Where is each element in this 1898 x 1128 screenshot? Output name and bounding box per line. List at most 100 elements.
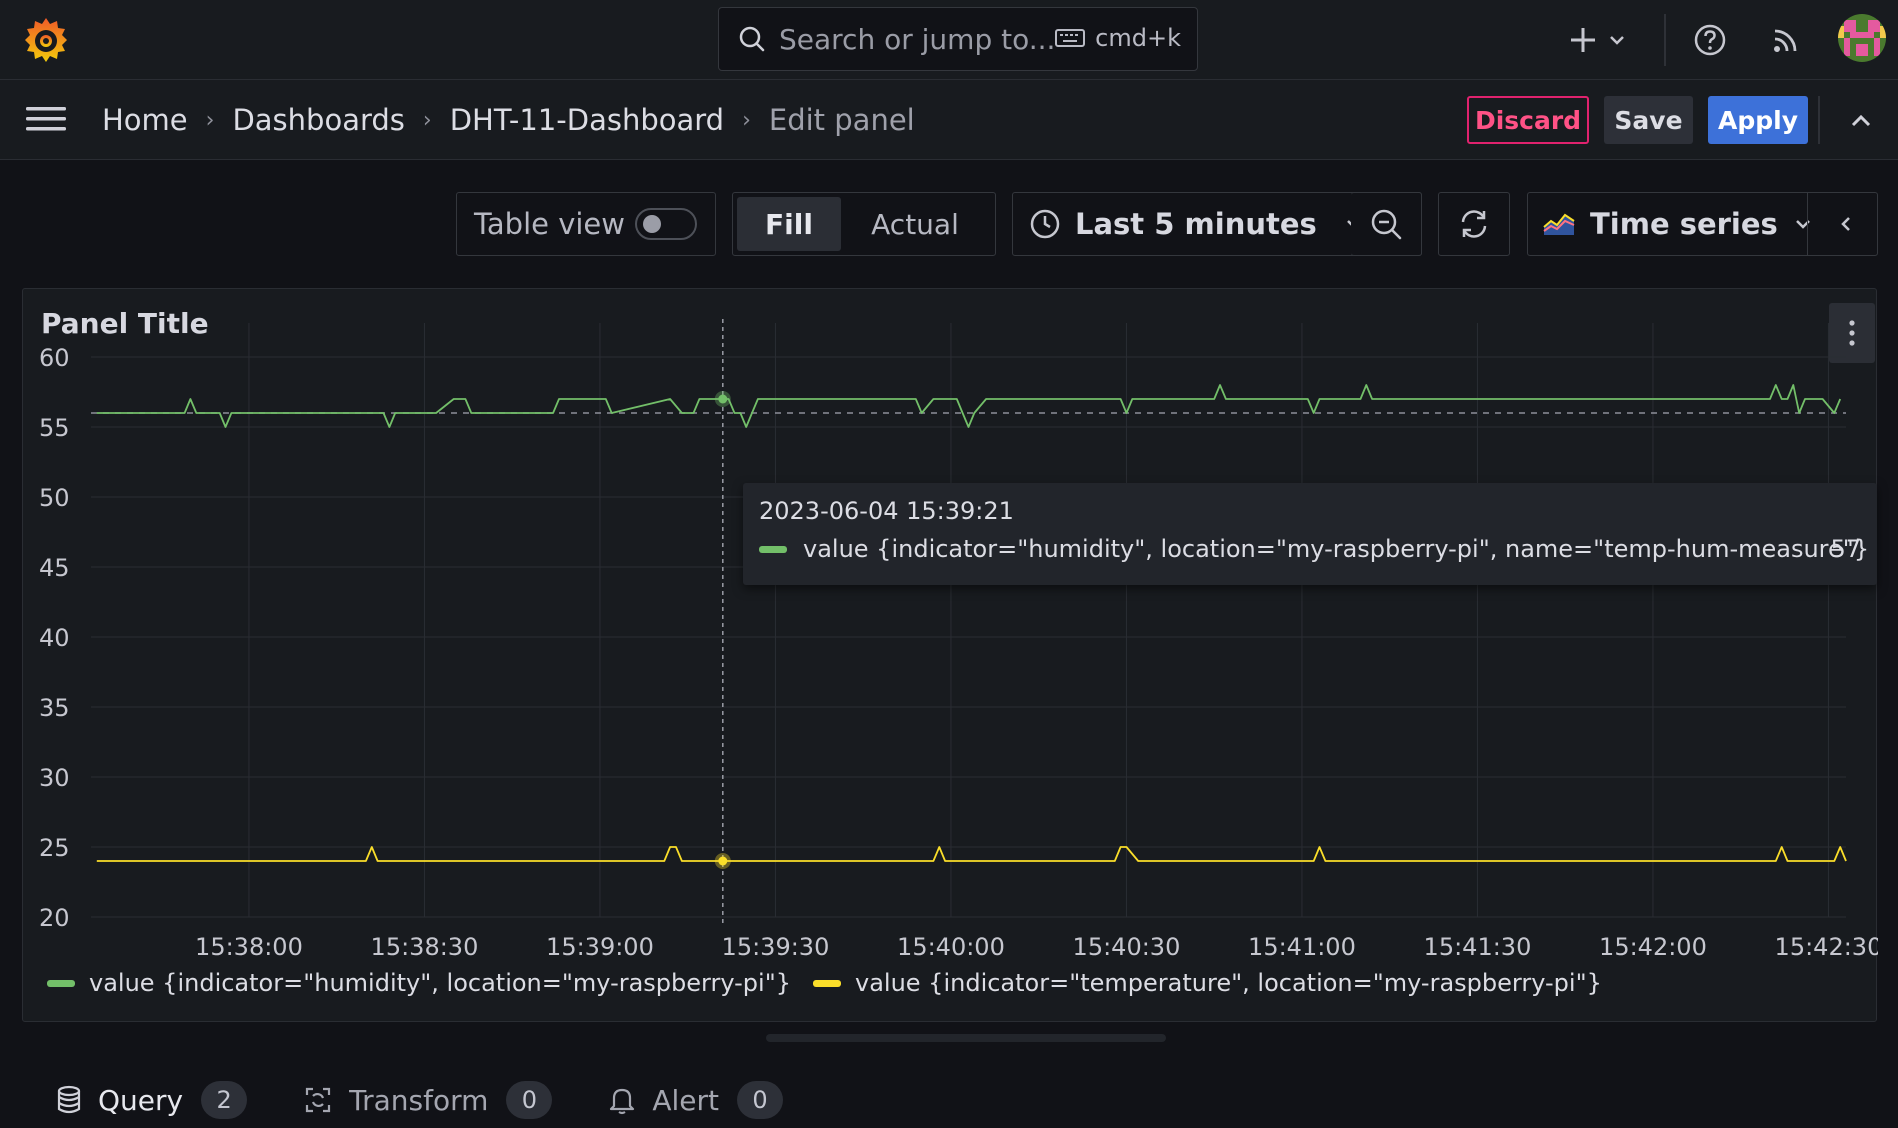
chevron-right-icon: ›: [422, 107, 432, 133]
zoom-out-icon: [1371, 209, 1402, 240]
legend-item-temperature[interactable]: value {indicator="temperature", location…: [813, 969, 1602, 997]
zoom-out-button[interactable]: [1351, 192, 1422, 256]
y-tick-label: 30: [39, 764, 70, 792]
time-series-icon: [1543, 213, 1575, 235]
transform-icon: [305, 1087, 331, 1113]
chevron-right-icon: ›: [742, 107, 751, 133]
y-tick-label: 50: [39, 484, 70, 512]
chevron-up-icon[interactable]: [1846, 106, 1876, 136]
legend-label: value {indicator="temperature", location…: [855, 969, 1602, 997]
switch-knob: [643, 215, 661, 233]
x-tick-label: 15:38:30: [371, 933, 479, 961]
keyboard-shortcut-hint: cmd+k: [1055, 24, 1181, 52]
fill-option[interactable]: Fill: [737, 197, 841, 251]
rss-icon: [1774, 29, 1797, 52]
y-tick-label: 45: [39, 554, 70, 582]
refresh-button[interactable]: [1438, 192, 1510, 256]
x-tick-label: 15:39:30: [722, 933, 830, 961]
help-icon: [1694, 24, 1726, 56]
breadcrumb-home[interactable]: Home: [102, 103, 188, 137]
x-tick-label: 15:42:30: [1775, 933, 1878, 961]
tooltip-time: 2023-06-04 15:39:21: [759, 497, 1014, 525]
shortcut-label: cmd+k: [1095, 24, 1181, 52]
clock-icon: [1030, 209, 1060, 239]
series-line-0: [96, 384, 1842, 428]
user-avatar[interactable]: [1838, 14, 1886, 62]
size-mode-group: Fill Actual: [732, 192, 996, 256]
chart-legend: value {indicator="humidity", location="m…: [47, 969, 1624, 997]
actual-option[interactable]: Actual: [841, 197, 989, 251]
breadcrumb-dashboards[interactable]: Dashboards: [232, 103, 404, 137]
panel-resize-handle[interactable]: [766, 1034, 1166, 1042]
chevron-down-icon: [1610, 36, 1624, 45]
y-tick-label: 40: [39, 624, 70, 652]
alert-count-badge: 0: [737, 1081, 784, 1119]
x-tick-label: 15:42:00: [1599, 933, 1707, 961]
query-count-badge: 2: [201, 1081, 248, 1119]
new-button[interactable]: [1568, 12, 1628, 68]
chevron-down-icon: [1795, 220, 1810, 229]
tab-query[interactable]: Query 2: [56, 1081, 248, 1119]
tab-alert-label: Alert: [652, 1083, 720, 1117]
time-series-chart[interactable]: 60 55 50 45 40 35 30 25 20 15:38:00 15:38:30 15:39:…: [23, 289, 1878, 1023]
x-tick-label: 15:40:30: [1073, 933, 1181, 961]
breadcrumb-dashboard[interactable]: DHT-11-Dashboard: [450, 103, 724, 137]
tooltip-value: 57: [1830, 535, 1861, 563]
x-tick-label: 15:39:00: [546, 933, 654, 961]
legend-swatch: [813, 979, 841, 987]
x-tick-label: 15:41:00: [1248, 933, 1356, 961]
hover-point: [718, 394, 728, 404]
tab-transform-label: Transform: [349, 1083, 489, 1117]
breadcrumb: Home › Dashboards › DHT-11-Dashboard › E…: [102, 98, 915, 142]
bell-icon: [610, 1088, 635, 1115]
table-view-label: Table view: [474, 207, 625, 241]
chart-tooltip: 2023-06-04 15:39:21 value {indicator="hu…: [743, 483, 1877, 585]
visualization-label: Time series: [1590, 207, 1778, 241]
time-range-label: Last 5 minutes: [1075, 207, 1317, 241]
y-tick-label: 35: [39, 694, 70, 722]
breadcrumb-current: Edit panel: [768, 103, 915, 137]
panel-preview: Panel Title 60 55 50 45 40 35 30 25 20 15:38:00 15…: [22, 288, 1878, 1023]
keyboard-icon: [1055, 29, 1086, 47]
legend-label: value {indicator="humidity", location="m…: [89, 969, 791, 997]
table-view-switch[interactable]: [635, 208, 697, 240]
database-icon: [57, 1085, 81, 1114]
y-tick-label: 60: [39, 344, 70, 372]
picker-divider: [1807, 193, 1808, 255]
save-button[interactable]: Save: [1604, 96, 1693, 144]
legend-item-humidity[interactable]: value {indicator="humidity", location="m…: [47, 969, 791, 997]
search-bar[interactable]: Search or jump to... cmd+k: [718, 7, 1198, 71]
refresh-icon: [1461, 210, 1487, 238]
tooltip-series-name: value {indicator="humidity", location="m…: [803, 535, 1870, 563]
editor-tabs: Query 2 Transform 0 Alert 0: [56, 1078, 839, 1122]
series-line-1: [96, 846, 1847, 862]
x-tick-label: 15:38:00: [195, 933, 303, 961]
chevron-left-icon[interactable]: [1835, 213, 1857, 235]
search-placeholder: Search or jump to...: [779, 22, 1056, 56]
apply-button[interactable]: Apply: [1708, 96, 1808, 144]
tab-transform[interactable]: Transform 0: [303, 1081, 553, 1119]
y-tick-label: 25: [39, 834, 70, 862]
tooltip-swatch: [759, 545, 787, 553]
top-bar: Search or jump to... cmd+k: [0, 0, 1898, 80]
search-icon: [739, 26, 765, 52]
breadcrumb-bar: Home › Dashboards › DHT-11-Dashboard › E…: [0, 80, 1898, 160]
news-button[interactable]: [1770, 12, 1802, 68]
chevron-right-icon: ›: [205, 107, 215, 133]
plus-icon: [1571, 28, 1595, 52]
topbar-divider: [1664, 14, 1666, 66]
x-tick-label: 15:40:00: [897, 933, 1005, 961]
help-button[interactable]: [1693, 12, 1727, 68]
y-tick-label: 55: [39, 414, 70, 442]
table-view-toggle[interactable]: Table view: [456, 192, 716, 256]
transform-count-badge: 0: [506, 1081, 553, 1119]
tab-query-label: Query: [98, 1083, 184, 1117]
tab-alert[interactable]: Alert 0: [608, 1081, 784, 1119]
legend-swatch: [47, 979, 75, 987]
grafana-logo-icon[interactable]: [20, 14, 72, 66]
hamburger-menu-icon[interactable]: [26, 104, 66, 134]
x-tick-label: 15:41:30: [1424, 933, 1532, 961]
discard-button[interactable]: Discard: [1467, 96, 1589, 144]
visualization-picker[interactable]: Time series: [1527, 192, 1878, 256]
y-tick-label: 20: [39, 904, 70, 932]
